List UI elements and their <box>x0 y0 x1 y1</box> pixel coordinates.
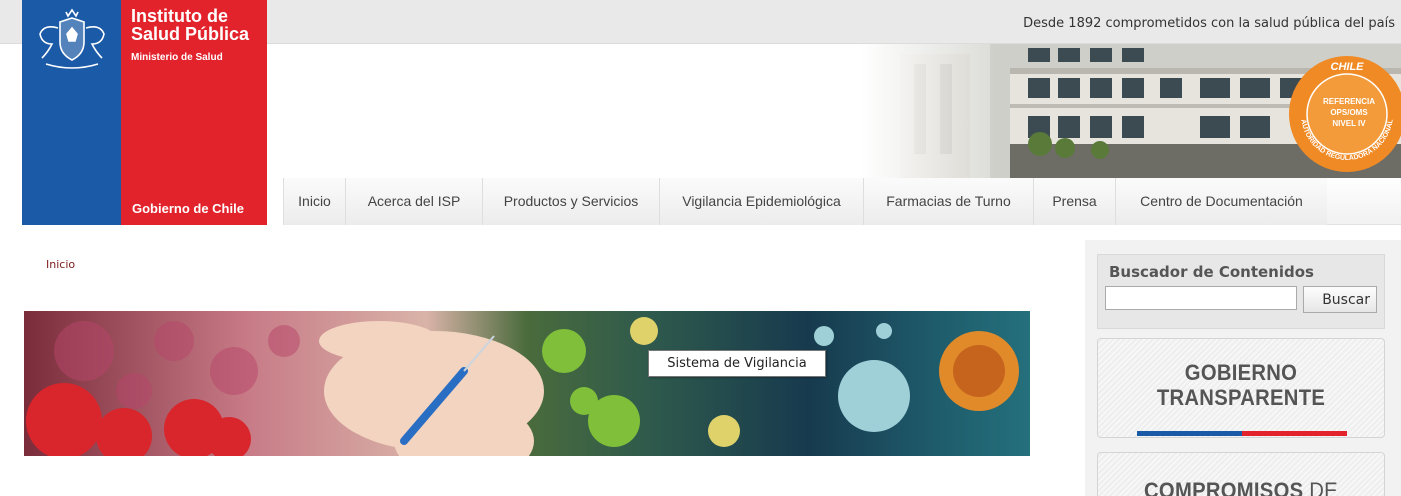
search-input[interactable] <box>1105 286 1297 310</box>
logo-title-line2: Salud Pública <box>131 24 250 44</box>
page: { "header": { "tagline": "Desde 1892 com… <box>0 0 1401 496</box>
logo-red-panel: Instituto de Salud Pública Ministerio de… <box>121 0 267 225</box>
compromisos-bold: COMPROMISOS <box>1144 478 1304 496</box>
referencia-seal: CHILE REFERENCIA OPS/OMS NIVEL IV AUTORI… <box>1287 54 1401 178</box>
nav-item-centro-documentacion[interactable]: Centro de Documentación <box>1115 178 1327 225</box>
nav-item-farmacias[interactable]: Farmacias de Turno <box>863 178 1033 225</box>
compromisos-link[interactable]: COMPROMISOS DE <box>1097 452 1385 496</box>
logo-subtitle: Ministerio de Salud <box>131 52 223 63</box>
compromisos-rest: DE <box>1303 478 1338 496</box>
compromisos-text: COMPROMISOS DE <box>1109 479 1372 496</box>
nav-item-productos[interactable]: Productos y Servicios <box>482 178 659 225</box>
gobierno-line2: TRANSPARENTE <box>1156 385 1326 410</box>
seal-line2: OPS/OMS <box>1330 108 1368 117</box>
seal-top-text: CHILE <box>1331 61 1365 73</box>
logo-title: Instituto de Salud Pública <box>131 7 249 43</box>
nav-item-acerca[interactable]: Acerca del ISP <box>345 178 482 225</box>
logo-blue-panel <box>22 0 121 225</box>
isp-logo[interactable]: Instituto de Salud Pública Ministerio de… <box>22 0 267 225</box>
chile-flag-bar <box>1137 431 1347 436</box>
main-nav: Inicio Acerca del ISP Productos y Servic… <box>283 178 1401 225</box>
search-button[interactable]: Buscar <box>1303 286 1377 313</box>
banner-tooltip: Sistema de Vigilancia <box>648 350 826 377</box>
nav-item-prensa[interactable]: Prensa <box>1033 178 1115 225</box>
content-search: Buscador de Contenidos Buscar <box>1097 254 1385 329</box>
header-tagline: Desde 1892 comprometidos con la salud pú… <box>1023 16 1395 31</box>
logo-title-line1: Instituto de <box>131 6 228 26</box>
breadcrumb-inicio[interactable]: Inicio <box>46 258 75 271</box>
gobierno-line1: GOBIERNO <box>1184 360 1298 385</box>
seal-line3: NIVEL IV <box>1332 119 1366 128</box>
gobierno-transparente-link[interactable]: GOBIERNO TRANSPARENTE <box>1097 338 1385 438</box>
nav-item-vigilancia[interactable]: Vigilancia Epidemiológica <box>659 178 863 225</box>
search-title: Buscador de Contenidos <box>1109 263 1314 281</box>
logo-gobierno: Gobierno de Chile <box>132 201 244 216</box>
coat-of-arms-icon <box>39 8 105 69</box>
nav-item-inicio[interactable]: Inicio <box>283 178 345 225</box>
seal-line1: REFERENCIA <box>1323 97 1375 106</box>
vigilancia-banner[interactable] <box>24 311 1030 456</box>
